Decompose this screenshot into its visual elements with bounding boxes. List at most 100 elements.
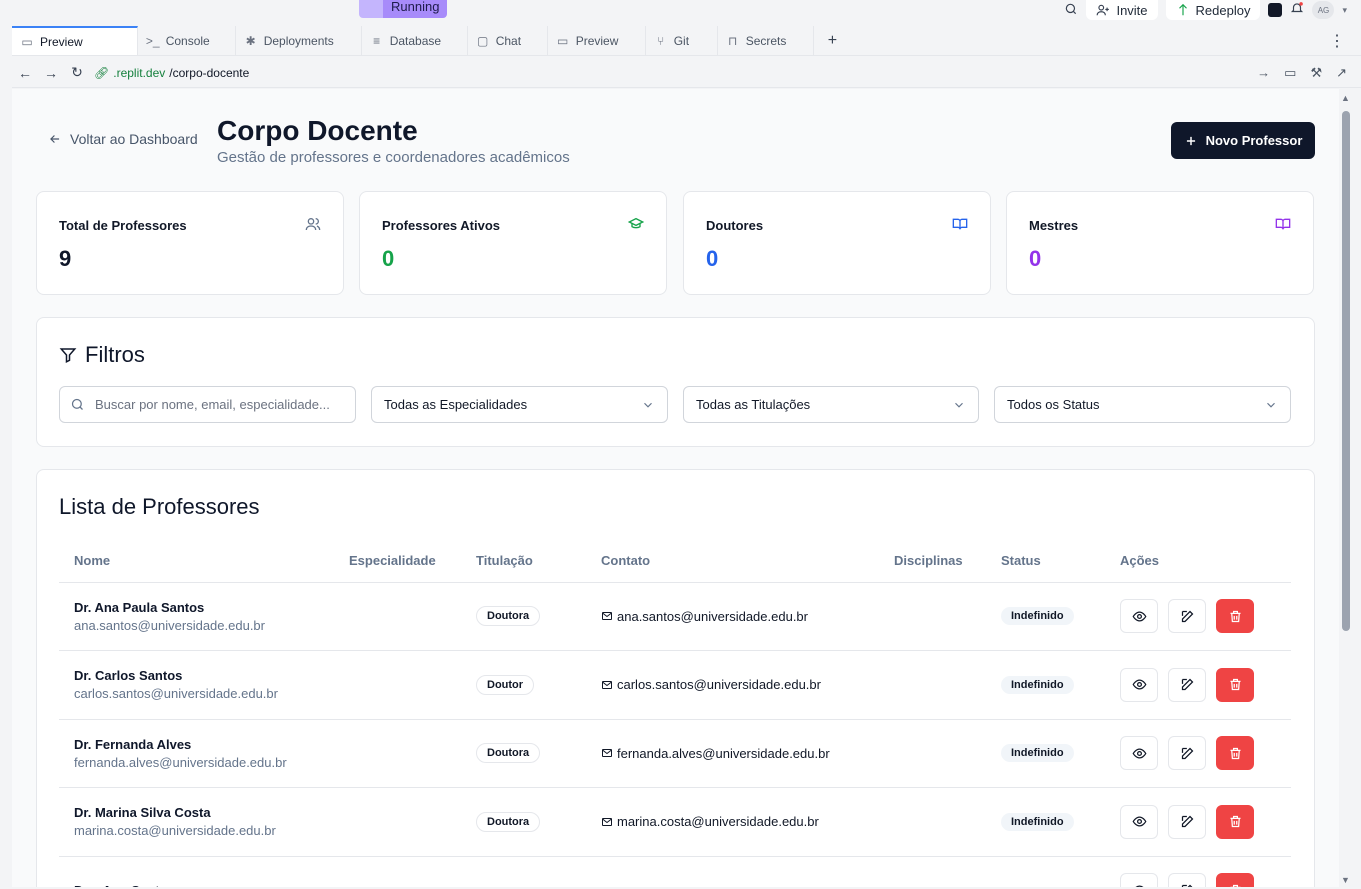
edit-icon [1181, 678, 1193, 691]
name-cell: Dra. Ana Costa [59, 856, 334, 887]
avatar[interactable]: AG [1312, 1, 1335, 19]
column-header-titulation: Titulação [461, 540, 586, 583]
go-arrow-icon[interactable]: → [1257, 65, 1270, 81]
table-row: Dr. Fernanda Alves fernanda.alves@univers… [59, 719, 1291, 788]
database-icon: ≡ [373, 33, 381, 48]
edit-button[interactable] [1168, 599, 1206, 634]
view-button[interactable] [1120, 599, 1158, 634]
trash-icon [1230, 610, 1240, 622]
lock-icon: ⊓ [728, 33, 738, 48]
tab-chat[interactable]: ▢ Chat [468, 26, 548, 55]
delete-button[interactable] [1216, 736, 1254, 771]
filters-title: Filtros [85, 342, 145, 367]
titulation-cell: Doutora [461, 719, 586, 788]
terminal-icon: >_ [145, 33, 160, 48]
tab-preview[interactable]: ▭ Preview [12, 26, 138, 55]
delete-button[interactable] [1216, 599, 1254, 634]
column-header-contact: Contato [586, 540, 879, 583]
view-button[interactable] [1120, 667, 1158, 702]
device-icon[interactable]: ▭ [1284, 65, 1296, 81]
new-professor-button[interactable]: Novo Professor [1171, 122, 1315, 159]
page-scrollbar[interactable]: ▲ ▼ [1339, 89, 1353, 887]
tab-deployments[interactable]: ✱ Deployments [236, 26, 362, 55]
url-field[interactable]: 🔗︎ .replit.dev/corpo-docente [94, 66, 249, 80]
edit-button[interactable] [1168, 873, 1206, 887]
contact-cell-wrap: ana.santos@universidade.edu.br [586, 582, 879, 651]
specialty-cell [334, 719, 461, 788]
titulation-cell: Doutora [461, 582, 586, 651]
external-link-icon[interactable]: ↗ [1336, 65, 1347, 81]
name-cell: Dr. Ana Paula Santos ana.santos@universid… [59, 582, 334, 651]
disciplines-cell [879, 650, 986, 720]
ide-tab-bar: ▭ Preview >_ Console ✱ Deployments ≡ Dat… [12, 26, 1361, 56]
disciplines-cell [879, 787, 986, 857]
eye-icon [1132, 816, 1146, 827]
titulation-badge: Doutor [476, 674, 535, 695]
url-bar-actions: → ▭ ⚒ ↗ [1257, 65, 1361, 81]
disciplines-cell [879, 582, 986, 651]
column-header-name: Nome [59, 540, 334, 583]
delete-button[interactable] [1216, 873, 1254, 887]
trash-icon [1230, 816, 1240, 828]
stat-value: 0 [382, 246, 395, 271]
search-field[interactable] [59, 386, 356, 423]
search-icon[interactable] [1064, 2, 1078, 19]
edit-button[interactable] [1168, 804, 1206, 839]
delete-button[interactable] [1216, 804, 1254, 839]
tab-preview-2[interactable]: ▭ Preview [548, 26, 646, 55]
eye-icon [1132, 611, 1146, 622]
tab-console[interactable]: >_ Console [138, 26, 236, 55]
wrench-icon[interactable]: ⚒ [1310, 65, 1322, 81]
run-status-icon[interactable] [359, 0, 383, 18]
tab-secrets[interactable]: ⊓ Secrets [718, 26, 814, 55]
tab-label: Git [673, 33, 690, 48]
bell-icon[interactable] [1290, 1, 1304, 20]
titulation-cell: Doutor [461, 650, 586, 720]
scroll-up-arrow-icon[interactable]: ▲ [1341, 93, 1350, 103]
new-professor-label: Novo Professor [1205, 133, 1303, 148]
add-tab-button[interactable]: + [814, 26, 851, 55]
status-badge: Indefinido [1001, 675, 1074, 694]
delete-button[interactable] [1216, 667, 1254, 702]
titulation-select[interactable]: Todas as Titulações [683, 386, 979, 423]
scroll-down-arrow-icon[interactable]: ▼ [1341, 875, 1350, 885]
column-header-status: Status [986, 540, 1105, 583]
stat-value: 9 [59, 246, 72, 271]
edit-button[interactable] [1168, 736, 1206, 771]
contact-cell: fernanda.alves@universidade.edu.br [601, 746, 879, 761]
search-input[interactable] [95, 397, 345, 412]
scrollbar-thumb[interactable] [1342, 111, 1350, 631]
redeploy-button[interactable]: Redeploy [1165, 0, 1261, 20]
tab-label: Database [389, 33, 442, 48]
plus-icon [1186, 136, 1195, 145]
back-to-dashboard-link[interactable]: Voltar ao Dashboard [48, 131, 198, 147]
contact-cell: marina.costa@universidade.edu.br [601, 814, 879, 829]
app-viewport: Voltar ao Dashboard Corpo Docente Gestão… [12, 89, 1339, 887]
status-cell: Indefinido [986, 582, 1105, 651]
chevron-down-icon[interactable]: ▾ [1342, 5, 1347, 16]
forward-arrow-icon[interactable]: → [38, 65, 64, 81]
status-select[interactable]: Todos os Status [994, 386, 1291, 423]
invite-button[interactable]: Invite [1086, 0, 1158, 20]
tab-database[interactable]: ≡ Database [362, 26, 468, 55]
more-options-icon[interactable]: ⋮ [1313, 26, 1361, 55]
copy-icon[interactable] [1268, 3, 1283, 17]
back-arrow-icon[interactable]: ← [12, 65, 38, 81]
titulation-badge: Doutora [476, 606, 541, 627]
url-path: /corpo-docente [169, 65, 250, 80]
view-button[interactable] [1120, 804, 1158, 839]
view-button[interactable] [1120, 736, 1158, 771]
reload-icon[interactable]: ↻ [64, 64, 90, 81]
specialty-select[interactable]: Todas as Especialidades [371, 386, 668, 423]
run-status-badge[interactable]: Running [383, 0, 447, 18]
tab-git[interactable]: ⑂ Git [646, 26, 718, 55]
arrow-left-icon [50, 135, 60, 143]
stat-label: Doutores [706, 218, 764, 233]
contact-cell-wrap: carlos.santos@universidade.edu.br [586, 650, 879, 720]
actions-cell [1105, 856, 1291, 887]
trash-icon [1230, 884, 1240, 887]
edit-button[interactable] [1168, 667, 1206, 702]
professor-name: Dr. Ana Paula Santos [74, 599, 205, 615]
contact-cell: ana.santos@universidade.edu.br [601, 609, 879, 624]
view-button[interactable] [1120, 873, 1158, 887]
